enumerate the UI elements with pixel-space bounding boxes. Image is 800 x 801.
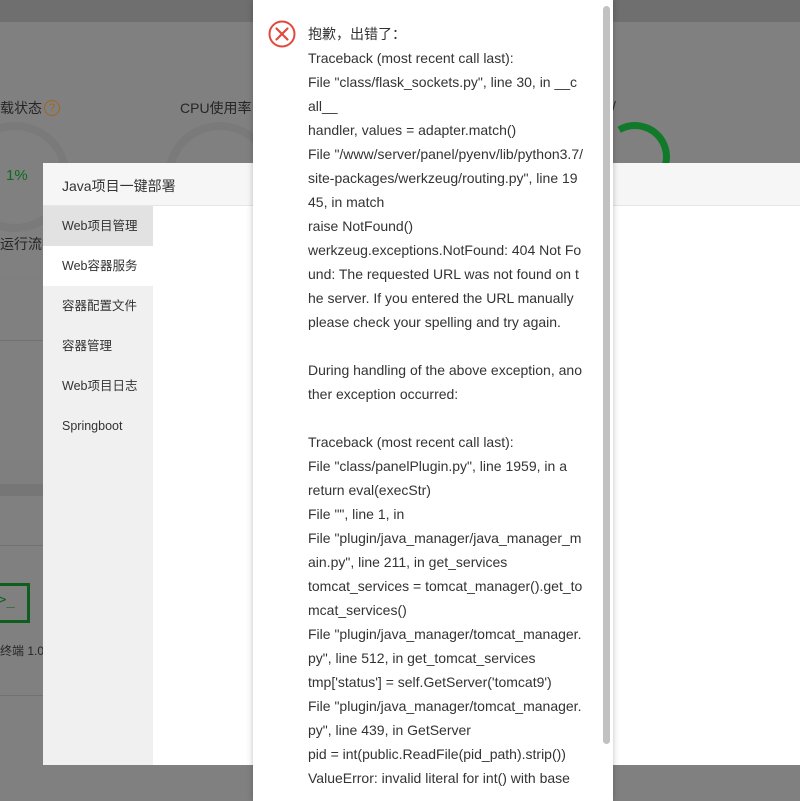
sidebar-item-web-container[interactable]: Web容器服务 bbox=[43, 246, 153, 286]
sidebar-item-container-config[interactable]: 容器配置文件 bbox=[43, 286, 153, 326]
cpu-usage-label: CPU使用率 bbox=[180, 100, 252, 116]
error-dialog: 抱歉，出错了： Traceback (most recent call last… bbox=[253, 0, 613, 801]
error-message: 抱歉，出错了： Traceback (most recent call last… bbox=[308, 26, 583, 786]
sidebar-item-web-project[interactable]: Web项目管理 bbox=[43, 206, 153, 246]
terminal-icon[interactable]: >_ bbox=[0, 583, 30, 623]
sidebar-item-container-manage[interactable]: 容器管理 bbox=[43, 326, 153, 366]
load-status-label: 载状态 bbox=[0, 100, 42, 116]
sidebar-item-springboot[interactable]: Springboot bbox=[43, 406, 153, 446]
error-circle-icon bbox=[268, 20, 296, 48]
modal-sidebar: Web项目管理 Web容器服务 容器配置文件 容器管理 Web项目日志 Spri… bbox=[43, 206, 153, 765]
help-icon[interactable]: ? bbox=[44, 100, 60, 116]
terminal-label[interactable]: 终端 1.0 bbox=[0, 642, 44, 659]
modal-title: Java项目一键部署 bbox=[62, 178, 176, 194]
load-gauge-value: 1% bbox=[6, 167, 28, 184]
scrollbar-thumb[interactable] bbox=[603, 6, 610, 744]
sidebar-item-web-logs[interactable]: Web项目日志 bbox=[43, 366, 153, 406]
